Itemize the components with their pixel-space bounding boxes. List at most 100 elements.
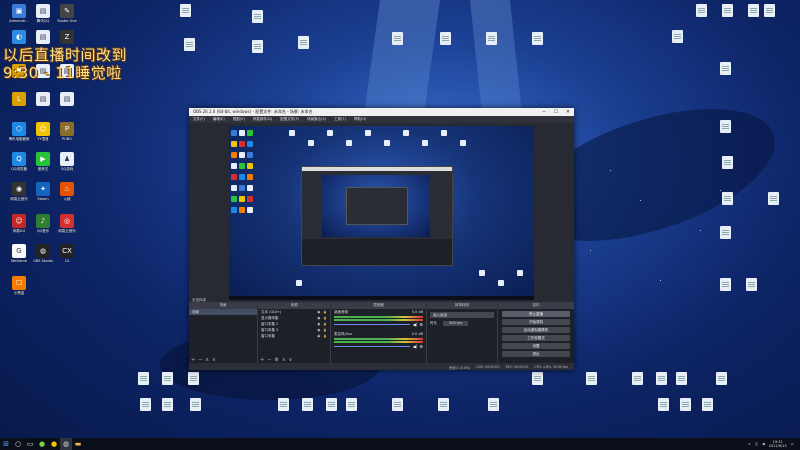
desktop-file-icon[interactable] — [664, 372, 698, 385]
obs-window[interactable]: OBS 26.1.0 (64-bit, windows) - 配置文件: 未命名… — [189, 108, 574, 370]
add-icon[interactable]: + — [260, 357, 264, 363]
desktop-file-icon[interactable] — [710, 192, 744, 205]
desktop-file-icon[interactable] — [704, 372, 738, 385]
menu-item[interactable]: 配置文件(P) — [276, 117, 303, 122]
desktop-file-icon[interactable] — [286, 36, 320, 49]
visibility-eye-icon[interactable]: ◉ — [317, 316, 320, 320]
menu-item[interactable]: 视图(V) — [229, 117, 249, 122]
desktop-icon[interactable]: P PUBG — [50, 122, 84, 141]
scene-item[interactable]: 场景 — [189, 309, 257, 315]
lock-icon[interactable]: 🔒 — [323, 322, 327, 326]
remove-icon[interactable]: − — [198, 357, 202, 363]
menu-item[interactable]: 工具(T) — [330, 117, 350, 122]
remove-icon[interactable]: − — [267, 357, 271, 363]
desktop-file-icon[interactable] — [240, 10, 274, 23]
desktop-file-icon[interactable] — [176, 372, 210, 385]
visibility-eye-icon[interactable]: ◉ — [317, 334, 320, 338]
desktop-file-icon[interactable] — [752, 4, 786, 17]
desktop-file-icon[interactable] — [334, 398, 368, 411]
desktop-file-icon[interactable] — [574, 372, 608, 385]
duration-field[interactable]: 300 ms — [443, 321, 469, 326]
lock-icon[interactable]: 🔒 — [323, 328, 327, 332]
gear-icon[interactable]: ⚙ — [419, 322, 423, 327]
up-icon[interactable]: ∧ — [205, 357, 209, 363]
menu-item[interactable]: 帮助(H) — [350, 117, 370, 122]
menu-item[interactable]: 编辑(E) — [209, 117, 229, 122]
desktop-file-icon[interactable] — [380, 32, 414, 45]
desktop-file-icon[interactable] — [756, 192, 790, 205]
down-icon[interactable]: ∨ — [212, 357, 216, 363]
minimize-icon[interactable]: ─ — [538, 109, 550, 115]
down-icon[interactable]: ∨ — [289, 357, 293, 363]
volume-icon[interactable]: ◀ — [762, 442, 765, 446]
desktop-icon[interactable]: ☐ 小黑盒 — [2, 276, 36, 295]
control-button[interactable]: 设置 — [502, 343, 570, 349]
desktop-icon[interactable]: ♨ 火绒 — [50, 182, 84, 201]
desktop-file-icon[interactable] — [426, 398, 460, 411]
desktop-icon[interactable]: ▤ — [50, 92, 84, 107]
desktop-file-icon[interactable] — [520, 372, 554, 385]
desktop-file-icon[interactable] — [690, 398, 724, 411]
lock-icon[interactable]: 🔒 — [323, 316, 327, 320]
visibility-eye-icon[interactable]: ◉ — [317, 322, 320, 326]
desktop-file-icon[interactable] — [734, 278, 768, 291]
desktop-file-icon[interactable] — [168, 4, 202, 17]
control-button[interactable]: 工作室模式 — [502, 335, 570, 341]
lock-icon[interactable]: 🔒 — [323, 310, 327, 314]
control-button[interactable]: 开始录制 — [502, 319, 570, 325]
control-button[interactable]: 退出 — [502, 351, 570, 357]
task-view-icon[interactable]: ▭ — [24, 438, 36, 450]
desktop-file-icon[interactable] — [476, 398, 510, 411]
wechat-icon[interactable]: ● — [36, 438, 48, 450]
desktop-file-icon[interactable] — [240, 40, 274, 53]
control-button[interactable]: 停止直播 — [502, 311, 570, 317]
visibility-eye-icon[interactable]: ◉ — [317, 328, 320, 332]
network-icon[interactable]: ◫ — [755, 442, 758, 446]
close-icon[interactable]: ✕ — [562, 109, 574, 115]
desktop-file-icon[interactable] — [380, 398, 414, 411]
desktop-file-icon[interactable] — [474, 32, 508, 45]
desktop-file-icon[interactable] — [708, 120, 742, 133]
source-item[interactable]: 窗口采集 ◉ 🔒 — [258, 333, 330, 339]
desktop-icon[interactable]: CX CX — [50, 244, 84, 263]
file-icon — [671, 30, 683, 43]
volume-slider[interactable] — [334, 346, 410, 347]
desktop-file-icon[interactable] — [708, 62, 742, 75]
desktop-file-icon[interactable] — [660, 30, 694, 43]
transition-select[interactable]: 淡入淡出 — [430, 312, 494, 318]
folder-icon[interactable]: ▬ — [72, 438, 84, 450]
visibility-eye-icon[interactable]: ◉ — [317, 310, 320, 314]
add-icon[interactable]: + — [191, 357, 195, 363]
desktop-file-icon[interactable] — [178, 398, 212, 411]
desktop-file-icon[interactable] — [710, 156, 744, 169]
menu-item[interactable]: 文件(F) — [189, 117, 209, 122]
obs-taskbar-icon[interactable]: ◍ — [60, 438, 72, 450]
obs-titlebar[interactable]: OBS 26.1.0 (64-bit, windows) - 配置文件: 未命名… — [189, 108, 574, 116]
control-button[interactable]: 启动虚拟摄像机 — [502, 327, 570, 333]
speaker-icon[interactable]: ◀) — [413, 322, 418, 327]
maximize-icon[interactable]: ☐ — [550, 109, 562, 115]
menu-item[interactable]: 场景集合(S) — [303, 117, 330, 122]
desktop-icon[interactable]: ✎ Studio One — [50, 4, 84, 23]
gear-icon[interactable]: ⚙ — [274, 357, 278, 363]
gear-icon[interactable]: ⚙ — [419, 344, 423, 349]
desktop-file-icon[interactable] — [520, 32, 554, 45]
desktop-file-icon[interactable] — [172, 38, 206, 51]
desktop-icon[interactable]: Z — [50, 30, 84, 45]
desktop-icon[interactable]: ◎ 网易云音乐 — [50, 214, 84, 233]
menu-item[interactable]: 停靠部件(D) — [249, 117, 276, 122]
desktop-icon[interactable]: ♟ QQ游戏 — [50, 152, 84, 171]
volume-slider[interactable] — [334, 324, 410, 325]
windows-start-icon[interactable]: ⊞ — [0, 438, 12, 450]
search-icon[interactable]: ○ — [12, 438, 24, 450]
desktop-file-icon[interactable] — [428, 32, 462, 45]
qq-icon[interactable]: ● — [48, 438, 60, 450]
desktop-file-icon[interactable] — [708, 226, 742, 239]
lock-icon[interactable]: 🔒 — [323, 334, 327, 338]
notification-icon[interactable]: ▭ — [791, 442, 794, 446]
clock[interactable]: 19:31 2021/6/15 — [769, 440, 787, 448]
chevron-up-icon[interactable]: ∧ — [748, 442, 751, 446]
speaker-icon[interactable]: ◀) — [413, 344, 418, 349]
obs-preview-canvas[interactable] — [229, 126, 534, 300]
up-icon[interactable]: ∧ — [282, 357, 286, 363]
